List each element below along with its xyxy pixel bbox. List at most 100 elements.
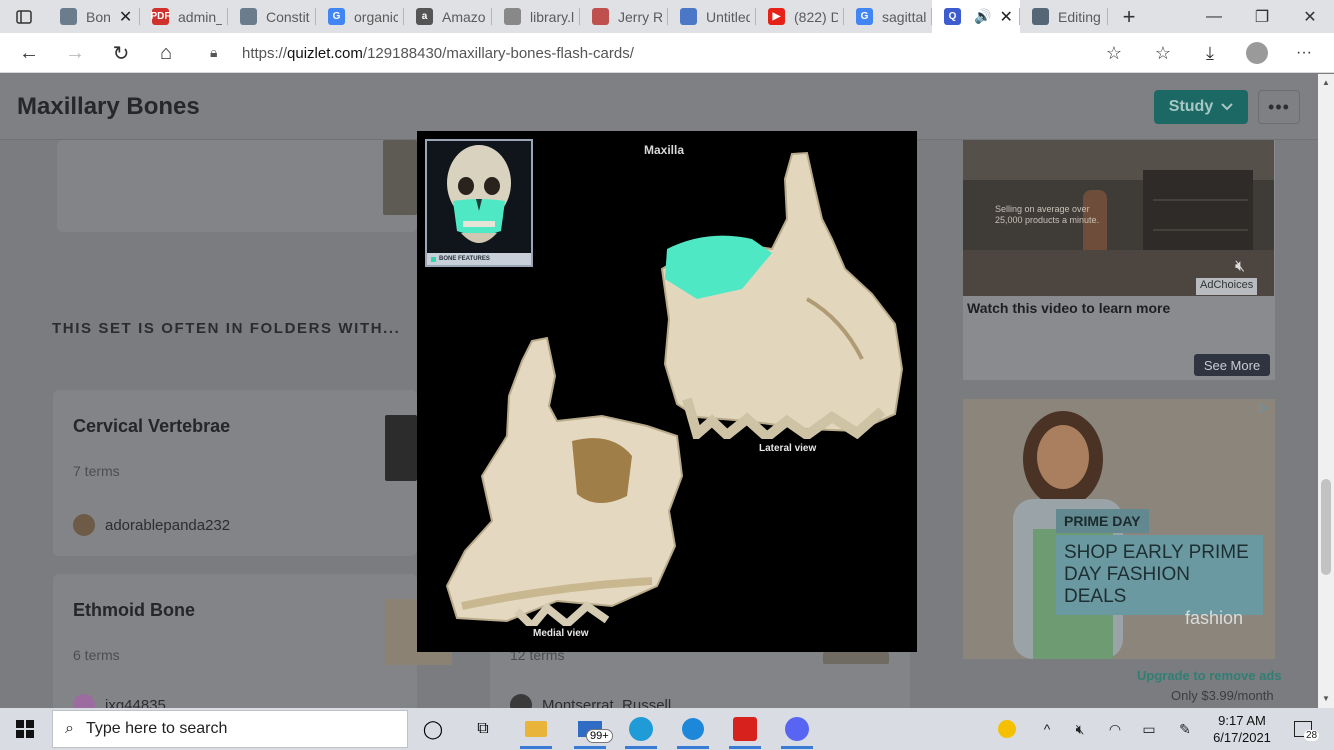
taskbar-search[interactable]: ⌕ Type here to search xyxy=(52,710,408,748)
favorites-icon[interactable]: ☆ xyxy=(1149,40,1177,66)
browser-tab-bar: Bon ✕ PDF admin_ar Constitu Gorganic c a Amazon… xyxy=(0,0,1334,33)
new-tab-button[interactable]: + xyxy=(1108,0,1150,33)
tab-audio-icon[interactable]: 🔊 xyxy=(974,8,991,25)
tab-favicon-icon: a xyxy=(416,8,433,25)
browser-tab[interactable]: Untitled xyxy=(668,0,756,33)
notification-center-icon[interactable]: 28 xyxy=(1288,708,1320,750)
ad-info-icon[interactable]: ▷ xyxy=(1259,401,1267,414)
image-modal[interactable]: Maxilla BONE FEATURES Lateral view Media… xyxy=(417,131,917,652)
search-icon: ⌕ xyxy=(65,720,74,737)
set-author[interactable]: Montserrat_Russell xyxy=(510,694,671,708)
forward-button[interactable]: → xyxy=(61,40,89,66)
wifi-icon[interactable]: ◠ xyxy=(1102,708,1128,750)
set-title[interactable]: Cervical Vertebrae xyxy=(73,416,230,437)
url-field[interactable]: 🔒︎ https://quizlet.com/129188430/maxilla… xyxy=(198,38,1140,68)
cortana-icon[interactable]: ◯ xyxy=(413,713,453,745)
battery-icon[interactable]: ▭ xyxy=(1136,708,1162,750)
app-icon[interactable] xyxy=(673,713,713,749)
browser-tab[interactable]: Q 🔊 ✕ xyxy=(932,0,1020,33)
browser-tab[interactable]: Editing c xyxy=(1020,0,1108,33)
tab-label: Bon xyxy=(86,8,111,25)
ad-video-frame[interactable]: Selling on average over 25,000 products … xyxy=(963,140,1274,296)
browser-tab[interactable]: Constitu xyxy=(228,0,316,33)
tab-close-icon[interactable]: ✕ xyxy=(999,7,1012,27)
partial-card xyxy=(57,140,417,232)
profile-avatar[interactable] xyxy=(1243,40,1271,66)
tab-favicon-icon xyxy=(60,8,77,25)
page-scrollbar[interactable]: ▲ ▼ xyxy=(1318,74,1334,708)
browser-tab[interactable]: library.lo xyxy=(492,0,580,33)
pen-icon[interactable]: ✎ xyxy=(1172,708,1198,750)
author-name: ixg44835 xyxy=(105,696,166,709)
refresh-button[interactable]: ↻ xyxy=(107,40,135,66)
tab-favicon-icon xyxy=(240,8,257,25)
upgrade-link[interactable]: Upgrade to remove ads xyxy=(1137,668,1282,683)
settings-menu-icon[interactable]: ··· xyxy=(1290,40,1318,66)
url-path: /129188430/maxillary-bones-flash-cards/ xyxy=(362,44,634,62)
video-ad[interactable]: Selling on average over 25,000 products … xyxy=(963,140,1275,380)
browser-tab[interactable]: Gsagittal s xyxy=(844,0,932,33)
downloads-icon[interactable]: ⤓ xyxy=(1196,40,1224,66)
browser-tab[interactable]: PDF admin_ar xyxy=(140,0,228,33)
scroll-down-icon[interactable]: ▼ xyxy=(1322,694,1330,703)
windows-taskbar: ⌕ Type here to search ◯ ⧉ 99+ ^ 🔇︎ ◠ ▭ ✎… xyxy=(0,708,1334,750)
tab-label: library.lo xyxy=(530,8,574,25)
weather-icon[interactable] xyxy=(994,708,1020,750)
mail-icon[interactable]: 99+ xyxy=(570,713,613,749)
lateral-view-label: Lateral view xyxy=(759,443,817,454)
ad-choices-link[interactable]: AdChoices xyxy=(1196,278,1258,295)
task-view-icon[interactable]: ⧉ xyxy=(463,713,503,745)
clock-time: 9:17 AM xyxy=(1218,713,1266,728)
restore-button[interactable]: ❐ xyxy=(1238,0,1286,33)
volume-muted-icon[interactable]: 🔇︎ xyxy=(1068,708,1092,750)
see-more-button[interactable]: See More xyxy=(1194,354,1270,376)
set-author[interactable]: adorablepanda232 xyxy=(73,514,230,536)
set-card[interactable]: Ethmoid Bone 6 terms ixg44835 xyxy=(53,574,452,708)
tab-label: sagittal s xyxy=(882,8,926,25)
tab-favicon-icon xyxy=(680,8,697,25)
avatar xyxy=(73,694,95,708)
system-clock[interactable]: 9:17 AM 6/17/2021 xyxy=(1206,712,1278,746)
set-title[interactable]: Ethmoid Bone xyxy=(73,600,195,621)
acrobat-icon[interactable] xyxy=(725,713,765,749)
card-thumbnail xyxy=(383,140,417,215)
tab-label: Constitu xyxy=(266,8,310,25)
tab-label: Editing c xyxy=(1058,8,1102,25)
edge-browser-icon[interactable] xyxy=(621,713,661,749)
more-options-button[interactable]: ••• xyxy=(1258,90,1300,124)
scroll-thumb[interactable] xyxy=(1321,479,1331,575)
minimize-button[interactable]: — xyxy=(1190,0,1238,33)
address-bar-row: ← → ↻ ⌂ 🔒︎ https://quizlet.com/129188430… xyxy=(0,33,1334,73)
tab-favicon-icon: Q xyxy=(944,8,961,25)
lock-icon: 🔒︎ xyxy=(210,44,218,60)
tab-label: organic c xyxy=(354,8,398,25)
start-button[interactable] xyxy=(0,708,50,750)
browser-tab[interactable]: a Amazon xyxy=(404,0,492,33)
discord-icon[interactable] xyxy=(777,713,817,749)
set-author[interactable]: ixg44835 xyxy=(73,694,166,708)
windows-logo-icon xyxy=(16,720,34,738)
browser-tab[interactable]: Bon ✕ xyxy=(48,0,140,33)
browser-tab[interactable]: Gorganic c xyxy=(316,0,404,33)
browser-tab[interactable]: ▶ (822) Dra xyxy=(756,0,844,33)
add-favorite-icon[interactable]: ☆ xyxy=(1100,40,1128,66)
set-term-count: 6 terms xyxy=(73,647,120,663)
scroll-up-icon[interactable]: ▲ xyxy=(1322,78,1330,87)
skull-inset: BONE FEATURES xyxy=(425,139,533,267)
home-button[interactable]: ⌂ xyxy=(152,40,180,66)
ad-caption[interactable]: Watch this video to learn more xyxy=(967,300,1170,316)
tab-close-icon[interactable]: ✕ xyxy=(119,7,132,27)
tab-actions-menu-icon[interactable] xyxy=(0,0,48,33)
file-explorer-icon[interactable] xyxy=(516,713,556,749)
mute-icon[interactable]: 🔇︎ xyxy=(1235,258,1245,276)
back-button[interactable]: ← xyxy=(15,40,43,66)
tab-label: admin_ar xyxy=(178,8,222,25)
tab-favicon-icon: G xyxy=(328,8,345,25)
study-button[interactable]: Study xyxy=(1154,90,1248,124)
banner-ad[interactable]: PRIME DAY SHOP EARLY PRIME DAY FASHION D… xyxy=(963,399,1275,659)
set-card[interactable]: Cervical Vertebrae 7 terms adorablepanda… xyxy=(53,390,417,556)
close-window-button[interactable]: ✕ xyxy=(1286,0,1334,33)
chevron-up-icon[interactable]: ^ xyxy=(1036,708,1058,750)
tab-favicon-icon: ▶ xyxy=(768,8,785,25)
browser-tab[interactable]: Jerry R. M xyxy=(580,0,668,33)
